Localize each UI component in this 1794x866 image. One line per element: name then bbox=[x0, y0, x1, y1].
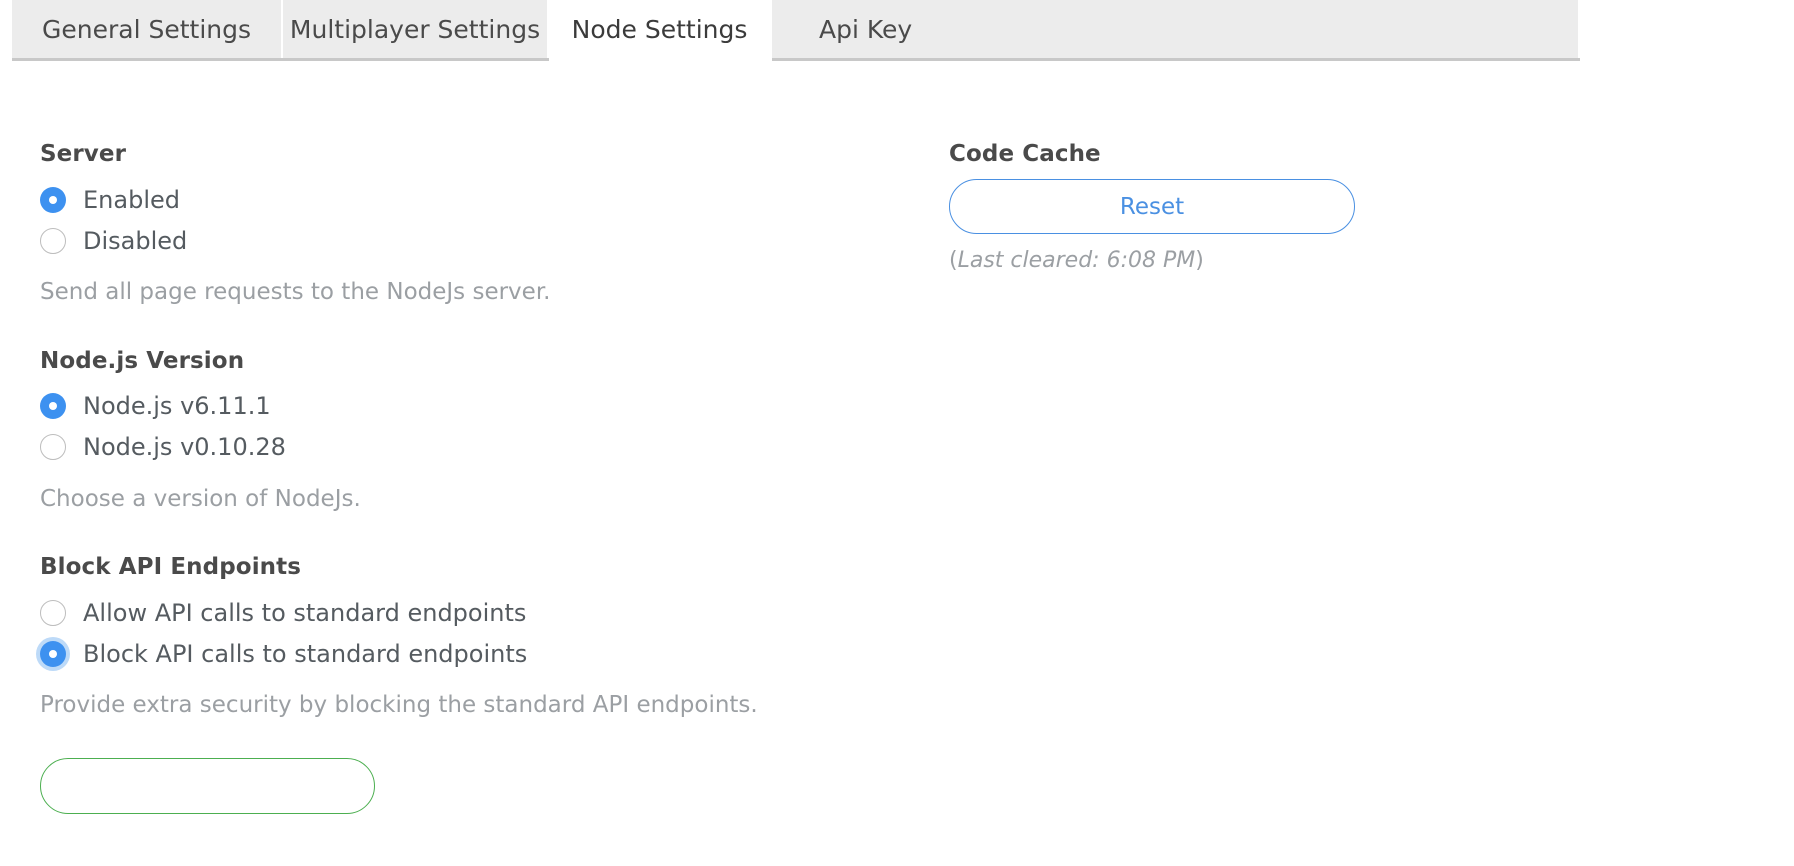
last-cleared-text: Last cleared: 6:08 PM bbox=[957, 248, 1196, 273]
last-cleared-open-paren: ( bbox=[949, 248, 958, 273]
code-cache-last-cleared: (Last cleared: 6:08 PM) bbox=[949, 250, 1569, 272]
server-option-enabled[interactable]: Enabled bbox=[40, 179, 900, 220]
last-cleared-close-paren: ) bbox=[1195, 248, 1204, 273]
block-api-option-block[interactable]: Block API calls to standard endpoints bbox=[40, 633, 900, 674]
tab-node-settings[interactable]: Node Settings bbox=[549, 0, 772, 61]
save-settings-button[interactable] bbox=[40, 757, 375, 814]
reset-code-cache-button[interactable]: Reset bbox=[949, 179, 1355, 234]
block-api-setting-group: Block API Endpoints Allow API calls to s… bbox=[40, 554, 900, 720]
server-setting-group: Server Enabled Disabled Send all page re… bbox=[40, 141, 900, 307]
node-version-option-v6-label: Node.js v6.11.1 bbox=[83, 392, 271, 421]
radio-icon-server-disabled[interactable] bbox=[40, 227, 66, 254]
node-version-group-title: Node.js Version bbox=[40, 347, 245, 374]
block-api-option-allow-label: Allow API calls to standard endpoints bbox=[83, 598, 527, 627]
reset-code-cache-button-label: Reset bbox=[1119, 193, 1185, 220]
node-version-helper-text: Choose a version of NodeJs. bbox=[40, 485, 361, 512]
tab-api-key-label: Api Key bbox=[819, 14, 913, 44]
tab-multiplayer-settings-label: Multiplayer Settings bbox=[289, 14, 541, 44]
server-group-title: Server bbox=[40, 141, 127, 167]
spacer-server-nodeversion bbox=[40, 307, 900, 348]
block-api-helper-text: Provide extra security by blocking the s… bbox=[40, 692, 758, 719]
radio-icon-node-v6[interactable] bbox=[40, 393, 66, 420]
node-version-option-v0-label: Node.js v0.10.28 bbox=[83, 433, 286, 462]
server-option-disabled[interactable]: Disabled bbox=[40, 220, 900, 261]
server-option-enabled-label: Enabled bbox=[83, 185, 180, 214]
server-helper-text: Send all page requests to the NodeJs ser… bbox=[40, 279, 551, 305]
radio-icon-server-enabled[interactable] bbox=[40, 186, 66, 213]
radio-icon-allow-api-calls[interactable] bbox=[40, 599, 66, 626]
tab-general-settings-label: General Settings bbox=[42, 14, 252, 44]
code-cache-group: Code Cache Reset (Last cleared: 6:08 PM) bbox=[949, 141, 1569, 272]
settings-left-column: Server Enabled Disabled Send all page re… bbox=[40, 141, 900, 814]
node-version-option-v0[interactable]: Node.js v0.10.28 bbox=[40, 427, 900, 468]
tab-api-key[interactable]: Api Key bbox=[772, 0, 1580, 58]
node-version-option-v6[interactable]: Node.js v6.11.1 bbox=[40, 386, 900, 427]
node-settings-panel: Server Enabled Disabled Send all page re… bbox=[0, 61, 1794, 866]
settings-right-column: Code Cache Reset (Last cleared: 6:08 PM) bbox=[949, 141, 1569, 272]
block-api-option-block-label: Block API calls to standard endpoints bbox=[83, 639, 528, 668]
tab-multiplayer-settings[interactable]: Multiplayer Settings bbox=[283, 0, 549, 58]
spacer-nodeversion-blockapi bbox=[40, 513, 900, 554]
radio-icon-block-api-calls[interactable] bbox=[40, 640, 66, 667]
code-cache-group-title: Code Cache bbox=[949, 141, 1101, 167]
block-api-group-title: Block API Endpoints bbox=[40, 554, 302, 581]
block-api-option-allow[interactable]: Allow API calls to standard endpoints bbox=[40, 592, 900, 633]
server-option-disabled-label: Disabled bbox=[83, 226, 188, 255]
settings-tab-bar: General Settings Multiplayer Settings No… bbox=[12, 0, 1580, 61]
tab-node-settings-label: Node Settings bbox=[571, 14, 748, 44]
tab-general-settings[interactable]: General Settings bbox=[12, 0, 283, 58]
radio-icon-node-v0[interactable] bbox=[40, 434, 66, 461]
node-version-setting-group: Node.js Version Node.js v6.11.1 Node.js … bbox=[40, 348, 900, 514]
